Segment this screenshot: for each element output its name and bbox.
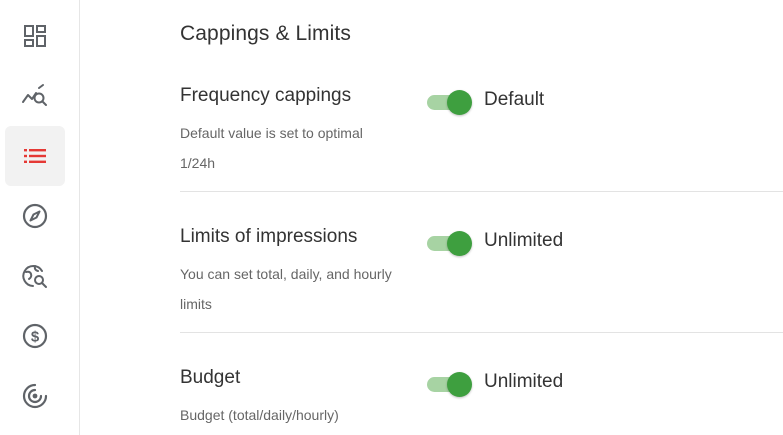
toggle-label: Unlimited: [484, 371, 564, 392]
setting-title: Budget: [180, 367, 241, 388]
setting-description: Default value is set to optimal 1/24h: [180, 125, 363, 171]
budget-toggle[interactable]: [427, 371, 473, 397]
globe-search-icon: [22, 265, 47, 288]
dollar-icon: $: [22, 323, 48, 349]
toggle-knob: [447, 231, 472, 256]
sidebar-item-list[interactable]: [5, 126, 65, 186]
setting-title: Frequency cappings: [180, 85, 352, 106]
setting-row-frequency-cappings: Frequency cappings Default value is set …: [180, 85, 783, 171]
frequency-cappings-toggle[interactable]: [427, 89, 473, 115]
setting-description: You can set total, daily, and hourly lim…: [180, 266, 392, 312]
target-icon: [22, 383, 48, 409]
setting-row-limits-of-impressions: Limits of impressions You can set total,…: [180, 226, 783, 312]
toggle-label: Unlimited: [484, 230, 564, 251]
list-icon: [24, 149, 46, 163]
sidebar-item-globe-search[interactable]: [5, 246, 65, 306]
divider: [180, 191, 783, 192]
setting-row-budget: Budget Budget (total/daily/hourly) Unlim…: [180, 367, 783, 427]
sidebar-item-compass[interactable]: [5, 186, 65, 246]
toggle-knob: [447, 90, 472, 115]
setting-description: Budget (total/daily/hourly): [180, 407, 339, 423]
limits-of-impressions-toggle[interactable]: [427, 230, 473, 256]
sidebar-item-dashboard[interactable]: [5, 6, 65, 66]
dashboard-icon: [24, 25, 46, 47]
divider: [180, 332, 783, 333]
analytics-search-icon: [22, 84, 47, 106]
toggle-knob: [447, 372, 472, 397]
sidebar-item-billing[interactable]: $: [5, 306, 65, 366]
compass-icon: [22, 203, 48, 229]
sidebar-item-target[interactable]: [5, 366, 65, 426]
setting-title: Limits of impressions: [180, 226, 358, 247]
section-title: Cappings & Limits: [180, 22, 351, 45]
sidebar: $: [0, 0, 80, 435]
toggle-label: Default: [484, 89, 545, 110]
main-content: Cappings & Limits Frequency cappings Def…: [80, 0, 783, 435]
svg-text:$: $: [31, 329, 40, 346]
sidebar-item-analytics[interactable]: [5, 66, 65, 126]
